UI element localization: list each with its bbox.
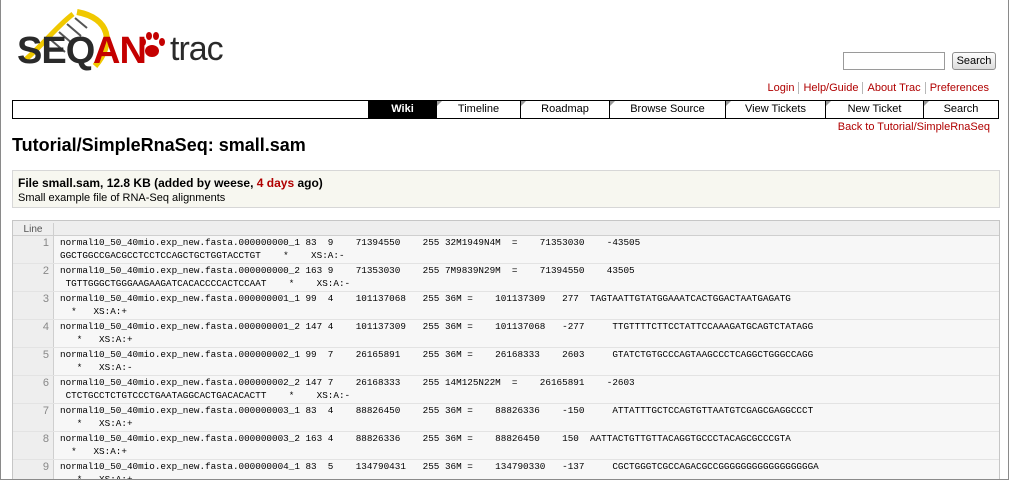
nav-wiki-label: Wiki bbox=[391, 103, 414, 115]
code-line-text: normal10_50_40mio.exp_new.fasta.00000000… bbox=[54, 404, 813, 431]
code-line-part-a: normal10_50_40mio.exp_new.fasta.00000000… bbox=[60, 237, 641, 248]
line-number-link[interactable]: 3 bbox=[13, 292, 54, 319]
line-number-link[interactable]: 2 bbox=[13, 264, 54, 291]
nav-search[interactable]: Search bbox=[923, 101, 998, 118]
nav-corner-icon bbox=[826, 101, 831, 106]
main-nav-spacer bbox=[13, 101, 368, 118]
code-line-row: 6 normal10_50_40mio.exp_new.fasta.0000000… bbox=[13, 376, 999, 404]
line-number-link[interactable]: 1 bbox=[13, 236, 54, 263]
code-line-row: 2 normal10_50_40mio.exp_new.fasta.0000000… bbox=[13, 264, 999, 292]
file-info-heading: File small.sam, 12.8 KB (added by weese,… bbox=[18, 176, 323, 190]
code-line-row: 3 normal10_50_40mio.exp_new.fasta.0000000… bbox=[13, 292, 999, 320]
page-title: Tutorial/SimpleRnaSeq: small.sam bbox=[12, 135, 306, 155]
file-content-table: Line 1 normal10_50_40mio.exp_new.fasta.00… bbox=[12, 220, 1000, 480]
line-number-link[interactable]: 8 bbox=[13, 432, 54, 459]
code-line-row: 9 normal10_50_40mio.exp_new.fasta.0000000… bbox=[13, 460, 999, 480]
nav-new-ticket-label: New Ticket bbox=[847, 103, 902, 115]
main-nav: Wiki Timeline Roadmap Browse Source View… bbox=[12, 100, 999, 119]
nav-new-ticket[interactable]: New Ticket bbox=[825, 101, 923, 118]
code-line-part-b: GGCTGGCCGACGCCTCCTCCAGCTGCTGGTACCTGT * X… bbox=[60, 250, 345, 261]
nav-browse-source[interactable]: Browse Source bbox=[609, 101, 725, 118]
logo-trac: trac bbox=[170, 30, 224, 68]
preferences-link[interactable]: Preferences bbox=[924, 82, 993, 94]
code-line-part-b: CTCTGCCTCTGTCCCTGAATAGGCACTGACACACTT * X… bbox=[60, 390, 351, 401]
nav-timeline[interactable]: Timeline bbox=[436, 101, 520, 118]
search-button[interactable]: Search bbox=[952, 52, 996, 70]
nav-timeline-label: Timeline bbox=[457, 103, 500, 115]
line-number-link[interactable]: 5 bbox=[13, 348, 54, 375]
code-line-text: normal10_50_40mio.exp_new.fasta.00000000… bbox=[54, 348, 813, 375]
meta-nav: Login Help/Guide About Trac Preferences bbox=[764, 82, 993, 94]
line-number-link[interactable]: 6 bbox=[13, 376, 54, 403]
nav-roadmap-label: Roadmap bbox=[541, 103, 589, 115]
trac-page: SEQ AN trac Search Login Help/Guide About … bbox=[0, 0, 1009, 480]
code-line-part-a: normal10_50_40mio.exp_new.fasta.00000000… bbox=[60, 321, 814, 332]
nav-browse-source-label: Browse Source bbox=[630, 103, 705, 115]
code-line-part-b: * XS:A:+ bbox=[60, 474, 133, 480]
nav-corner-icon bbox=[924, 101, 929, 106]
code-line-part-a: normal10_50_40mio.exp_new.fasta.00000000… bbox=[60, 349, 814, 360]
code-line-row: 8 normal10_50_40mio.exp_new.fasta.0000000… bbox=[13, 432, 999, 460]
file-info-box: File small.sam, 12.8 KB (added by weese,… bbox=[12, 170, 1000, 208]
code-line-part-a: normal10_50_40mio.exp_new.fasta.00000000… bbox=[60, 433, 791, 444]
file-info-prefix: File small.sam, 12.8 KB (added by weese, bbox=[18, 176, 257, 190]
code-line-row: 4 normal10_50_40mio.exp_new.fasta.0000000… bbox=[13, 320, 999, 348]
code-line-part-a: normal10_50_40mio.exp_new.fasta.00000000… bbox=[60, 405, 814, 416]
nav-corner-icon bbox=[521, 101, 526, 106]
code-line-text: normal10_50_40mio.exp_new.fasta.00000000… bbox=[54, 376, 635, 403]
code-line-row: 1 normal10_50_40mio.exp_new.fasta.0000000… bbox=[13, 236, 999, 264]
nav-wiki[interactable]: Wiki bbox=[368, 101, 436, 118]
nav-view-tickets-label: View Tickets bbox=[745, 103, 806, 115]
logo-seq: SEQ bbox=[17, 30, 95, 72]
code-line-part-a: normal10_50_40mio.exp_new.fasta.00000000… bbox=[60, 461, 819, 472]
code-line-text: normal10_50_40mio.exp_new.fasta.00000000… bbox=[54, 264, 635, 291]
code-line-text: normal10_50_40mio.exp_new.fasta.00000000… bbox=[54, 432, 791, 459]
line-number-link[interactable]: 4 bbox=[13, 320, 54, 347]
code-line-part-a: normal10_50_40mio.exp_new.fasta.00000000… bbox=[60, 265, 635, 276]
code-line-part-a: normal10_50_40mio.exp_new.fasta.00000000… bbox=[60, 293, 791, 304]
line-number-link[interactable]: 7 bbox=[13, 404, 54, 431]
code-line-part-b: * XS:A:+ bbox=[60, 446, 127, 457]
about-trac-link[interactable]: About Trac bbox=[862, 82, 925, 94]
search-input[interactable] bbox=[843, 52, 945, 70]
code-header: Line bbox=[13, 221, 999, 237]
code-line-part-b: * XS:A:+ bbox=[60, 334, 133, 345]
code-line-text: normal10_50_40mio.exp_new.fasta.00000000… bbox=[54, 460, 819, 480]
help-guide-link[interactable]: Help/Guide bbox=[798, 82, 863, 94]
file-info-suffix: ago) bbox=[294, 176, 323, 190]
code-line-part-b: * XS:A:+ bbox=[60, 418, 133, 429]
code-line-text: normal10_50_40mio.exp_new.fasta.00000000… bbox=[54, 236, 640, 263]
nav-corner-icon bbox=[610, 101, 615, 106]
nav-search-label: Search bbox=[943, 103, 979, 115]
code-line-text: normal10_50_40mio.exp_new.fasta.00000000… bbox=[54, 292, 791, 319]
code-rows: 1 normal10_50_40mio.exp_new.fasta.0000000… bbox=[13, 236, 999, 480]
code-line-part-b: * XS:A:- bbox=[60, 362, 133, 373]
nav-corner-icon bbox=[726, 101, 731, 106]
login-link[interactable]: Login bbox=[764, 82, 799, 94]
code-line-part-a: normal10_50_40mio.exp_new.fasta.00000000… bbox=[60, 377, 635, 388]
code-line-text: normal10_50_40mio.exp_new.fasta.00000000… bbox=[54, 320, 813, 347]
nav-roadmap[interactable]: Roadmap bbox=[520, 101, 609, 118]
paw-print-icon bbox=[140, 32, 165, 57]
code-line-row: 7 normal10_50_40mio.exp_new.fasta.0000000… bbox=[13, 404, 999, 432]
code-line-row: 5 normal10_50_40mio.exp_new.fasta.0000000… bbox=[13, 348, 999, 376]
file-age-link[interactable]: 4 days bbox=[257, 176, 294, 190]
back-link[interactable]: Back to Tutorial/SimpleRnaSeq bbox=[838, 121, 990, 133]
code-line-part-b: * XS:A:+ bbox=[60, 306, 127, 317]
file-description: Small example file of RNA-Seq alignments bbox=[18, 192, 226, 204]
line-number-link[interactable]: 9 bbox=[13, 460, 54, 479]
nav-view-tickets[interactable]: View Tickets bbox=[725, 101, 825, 118]
line-column-header: Line bbox=[13, 223, 54, 237]
code-line-part-b: TGTTGGGCTGGGAAGAAGATCACACCCCACTCCAAT * X… bbox=[60, 278, 351, 289]
nav-corner-icon bbox=[437, 101, 442, 106]
seqan-trac-logo[interactable]: SEQ AN trac bbox=[15, 8, 230, 72]
